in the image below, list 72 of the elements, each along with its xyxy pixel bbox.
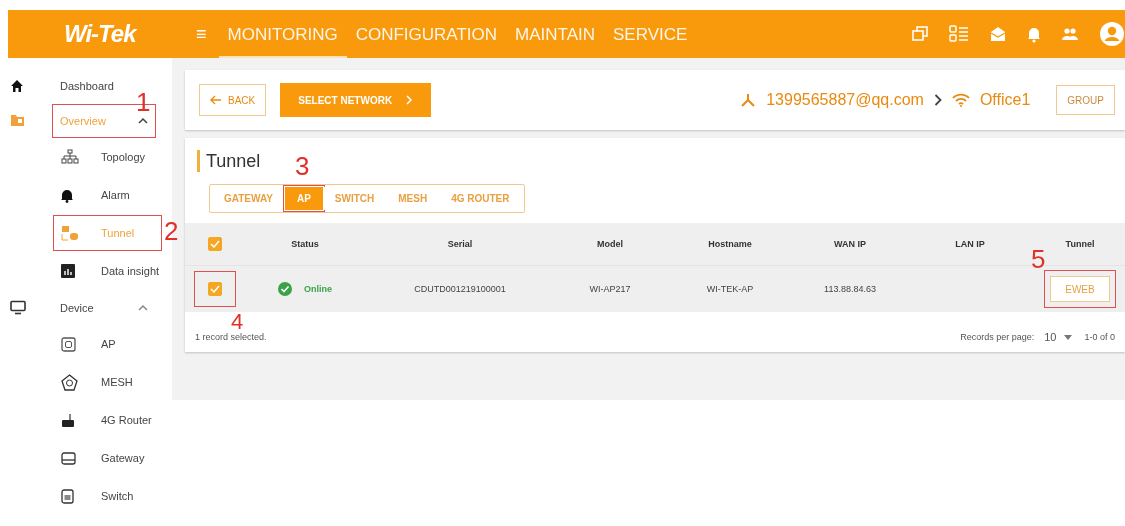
chevron-icon [138, 117, 148, 124]
check-icon [210, 285, 220, 293]
column-header: Serial [446, 239, 474, 249]
select-all-checkbox[interactable] [208, 237, 222, 251]
select-network-button[interactable]: SELECT NETWORK [280, 83, 432, 117]
callout-number: 3 [294, 153, 310, 179]
sidebar-item[interactable]: Switch [55, 480, 160, 512]
chevron-right-icon [933, 94, 942, 106]
table-cell-text: WI-TEK-AP [705, 284, 755, 294]
callout-number: 4 [231, 311, 244, 333]
table-cell-text: CDUTD001219100001 [413, 284, 507, 294]
tab[interactable]: AP [284, 187, 323, 210]
menu-icon[interactable]: ≡ [196, 23, 207, 45]
nav-tab[interactable]: SERVICE [604, 10, 697, 58]
column-header: LAN IP [954, 239, 986, 249]
windows-icon[interactable] [911, 25, 929, 43]
sidebar-item[interactable]: Topology [55, 141, 160, 173]
home-icon [10, 78, 24, 93]
user-avatar-icon[interactable] [1099, 21, 1125, 47]
wifi-icon [951, 93, 970, 107]
router-icon [61, 412, 75, 428]
tunnel-icon [61, 225, 79, 241]
sidebar-item[interactable]: Data insight [55, 255, 160, 287]
topology-icon [61, 149, 79, 165]
folder-icon [10, 114, 25, 127]
nav-tab[interactable]: MAINTAIN [506, 10, 605, 58]
sidebar-item[interactable]: Tunnel [55, 217, 160, 249]
back-button[interactable]: BACK [199, 84, 267, 116]
bell-icon [61, 187, 73, 203]
sidebar-item[interactable]: Alarm [55, 179, 160, 211]
column-header: WAN IP [833, 239, 867, 249]
sidebar-group[interactable]: Device [54, 292, 154, 323]
chevron-right-icon [406, 95, 414, 105]
branch-icon [740, 92, 757, 108]
check-icon [210, 240, 220, 248]
table-cell-text: 113.88.84.63 [823, 284, 877, 294]
table-cell-text: WI-AP217 [588, 284, 632, 294]
column-header: Status [290, 239, 320, 249]
arrow-left-icon [210, 95, 222, 105]
caret-icon [1064, 334, 1073, 340]
switch-icon [61, 488, 74, 504]
bell-icon[interactable] [1027, 25, 1041, 43]
callout-number: 5 [1031, 246, 1046, 272]
people-icon[interactable] [1061, 26, 1079, 42]
group-button[interactable]: GROUP [1056, 85, 1115, 115]
mail-icon[interactable] [989, 25, 1007, 43]
chart-icon [61, 264, 75, 278]
column-header: Model [596, 239, 624, 249]
monitor-icon [10, 300, 26, 315]
nav-tab[interactable]: CONFIGURATION [346, 10, 507, 58]
sidebar-item[interactable]: 4G Router [55, 404, 160, 436]
mesh-icon [61, 373, 78, 391]
row-checkbox[interactable] [196, 273, 234, 305]
records-per-page-label: Records per page: [960, 332, 1035, 342]
eweb-button[interactable]: EWEB [1050, 276, 1110, 302]
selection-note: 1 record selected. [195, 332, 267, 342]
column-header: Tunnel [1064, 239, 1096, 249]
sidebar-item[interactable]: MESH [55, 366, 160, 398]
status-text: Online [304, 284, 332, 294]
network-link[interactable]: Office1 [979, 91, 1031, 109]
account-link[interactable]: 1399565887@qq.com [766, 91, 924, 109]
page-range: 1-0 of 0 [1084, 332, 1115, 342]
access-point-icon [61, 336, 76, 352]
sidebar-item[interactable]: AP [55, 328, 160, 360]
column-header: Hostname [707, 239, 753, 249]
logo: Wi-Tek [64, 20, 138, 48]
list-icon[interactable] [949, 25, 969, 43]
per-page-select[interactable]: 10 [1044, 331, 1073, 343]
chevron-icon [138, 304, 148, 311]
callout-number: 2 [164, 218, 179, 244]
gateway-icon [61, 451, 76, 465]
sidebar-item[interactable]: Gateway [55, 442, 160, 474]
